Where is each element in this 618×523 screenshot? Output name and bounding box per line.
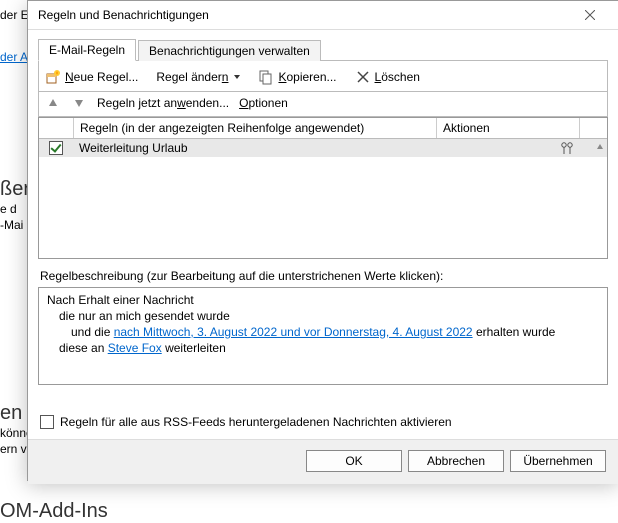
new-rule-button[interactable]: Neue Regel... — [43, 67, 140, 87]
move-up-button[interactable] — [45, 96, 61, 110]
change-rule-dropdown[interactable]: Regel ändern — [154, 68, 242, 86]
date-range-link[interactable]: nach Mittwoch, 3. August 2022 und vor Do… — [114, 325, 473, 339]
cancel-button[interactable]: Abbrechen — [408, 450, 504, 472]
rules-table-body[interactable]: Weiterleitung Urlaub — [39, 139, 607, 258]
desc-line-2: die nur an mich gesendet wurde — [47, 308, 599, 324]
options-button[interactable]: Optionen — [239, 96, 288, 110]
dialog-buttons: OK Abbrechen Übernehmen — [28, 439, 618, 484]
recipient-link[interactable]: Steve Fox — [108, 341, 162, 355]
sub-toolbar: Regeln jetzt anwenden... Optionen — [38, 92, 608, 117]
desc-line-4: diese an Steve Fox weiterleiten — [47, 340, 599, 356]
col-actions[interactable]: Aktionen — [437, 118, 580, 138]
dialog-title: Regeln und Benachrichtigungen — [38, 8, 570, 22]
titlebar: Regeln und Benachrichtigungen — [28, 1, 618, 30]
close-icon — [585, 10, 595, 20]
close-button[interactable] — [570, 1, 610, 29]
copy-icon — [258, 69, 274, 85]
table-row[interactable]: Weiterleitung Urlaub — [39, 139, 607, 157]
tab-manage-alerts[interactable]: Benachrichtigungen verwalten — [138, 40, 321, 61]
rules-table: Regeln (in der angezeigten Reihenfolge a… — [38, 117, 608, 259]
description-label: Regelbeschreibung (zur Bearbeitung auf d… — [40, 269, 606, 283]
rules-dialog: Regeln und Benachrichtigungen E-Mail-Reg… — [27, 0, 618, 481]
toolbar: Neue Regel... Regel ändern Kopieren... L… — [38, 61, 608, 92]
col-checkbox[interactable] — [39, 118, 74, 138]
rules-table-header: Regeln (in der angezeigten Reihenfolge a… — [39, 118, 607, 139]
row-checkbox[interactable] — [49, 141, 63, 155]
rss-checkbox[interactable] — [40, 415, 54, 429]
actions-icon — [560, 141, 574, 155]
apply-button[interactable]: Übernehmen — [510, 450, 606, 472]
row-actions-cell — [438, 140, 580, 156]
rss-checkbox-label: Regeln für alle aus RSS-Feeds herunterge… — [60, 415, 452, 429]
background-link[interactable]: der A — [0, 50, 28, 64]
col-scroll — [580, 118, 607, 138]
move-down-button[interactable] — [71, 96, 87, 110]
run-rules-now-button[interactable]: Regeln jetzt anwenden... — [97, 96, 229, 110]
copy-button[interactable]: Kopieren... — [256, 67, 338, 87]
desc-line-1: Nach Erhalt einer Nachricht — [47, 292, 599, 308]
ok-button[interactable]: OK — [306, 450, 402, 472]
new-rule-icon — [45, 69, 61, 85]
description-box: Nach Erhalt einer Nachricht die nur an m… — [38, 287, 608, 385]
row-checkbox-cell[interactable] — [39, 140, 73, 156]
rss-checkbox-row[interactable]: Regeln für alle aus RSS-Feeds herunterge… — [40, 415, 606, 429]
tab-email-rules[interactable]: E-Mail-Regeln — [38, 39, 136, 61]
desc-line-3: und die nach Mittwoch, 3. August 2022 un… — [47, 324, 599, 340]
scroll-up[interactable] — [592, 139, 607, 154]
row-rule-name[interactable]: Weiterleitung Urlaub — [73, 140, 438, 156]
col-rule[interactable]: Regeln (in der angezeigten Reihenfolge a… — [74, 118, 437, 138]
delete-button[interactable]: Löschen — [353, 67, 422, 87]
delete-icon — [355, 69, 371, 85]
tabs: E-Mail-Regeln Benachrichtigungen verwalt… — [38, 36, 608, 61]
